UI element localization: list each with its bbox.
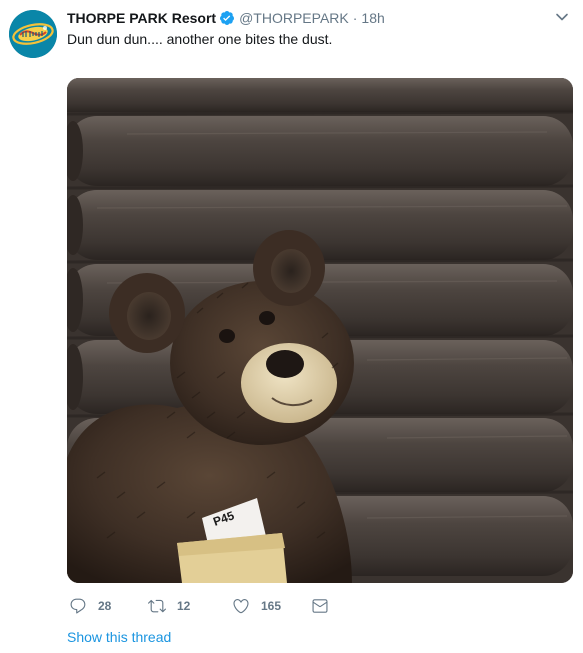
direct-message-button[interactable] [311,597,331,615]
separator-dot: · [352,10,358,26]
reply-button[interactable]: 28 [69,597,148,615]
tweet-actions: 28 12 165 [67,596,331,616]
tweet-header: THORPE PARK Resort @THORPEPARK · 18h [67,8,385,28]
chevron-down-icon[interactable] [555,10,569,24]
user-handle[interactable]: @THORPEPARK [239,8,349,28]
tweet[interactable]: THORPE PARK Resort @THORPEPARK · 18h Dun… [0,0,583,653]
reply-icon [69,597,87,615]
like-count: 165 [261,599,282,613]
thorpe-park-logo-icon [9,10,57,58]
display-name[interactable]: THORPE PARK Resort [67,8,216,28]
retweet-icon [148,597,166,615]
envelope-icon [311,597,329,615]
reply-count: 28 [98,599,112,613]
tweet-text: Dun dun dun.... another one bites the du… [67,31,333,47]
show-thread-link[interactable]: Show this thread [67,627,171,647]
profile-avatar[interactable] [9,10,57,58]
retweet-button[interactable]: 12 [148,597,232,615]
verified-badge-icon [219,10,235,26]
heart-icon [232,597,250,615]
bear-statue-photo: P45 [67,78,573,583]
tweet-photo[interactable]: P45 [67,78,573,583]
tweet-timestamp[interactable]: 18h [361,8,384,28]
retweet-count: 12 [177,599,191,613]
like-button[interactable]: 165 [232,597,311,615]
